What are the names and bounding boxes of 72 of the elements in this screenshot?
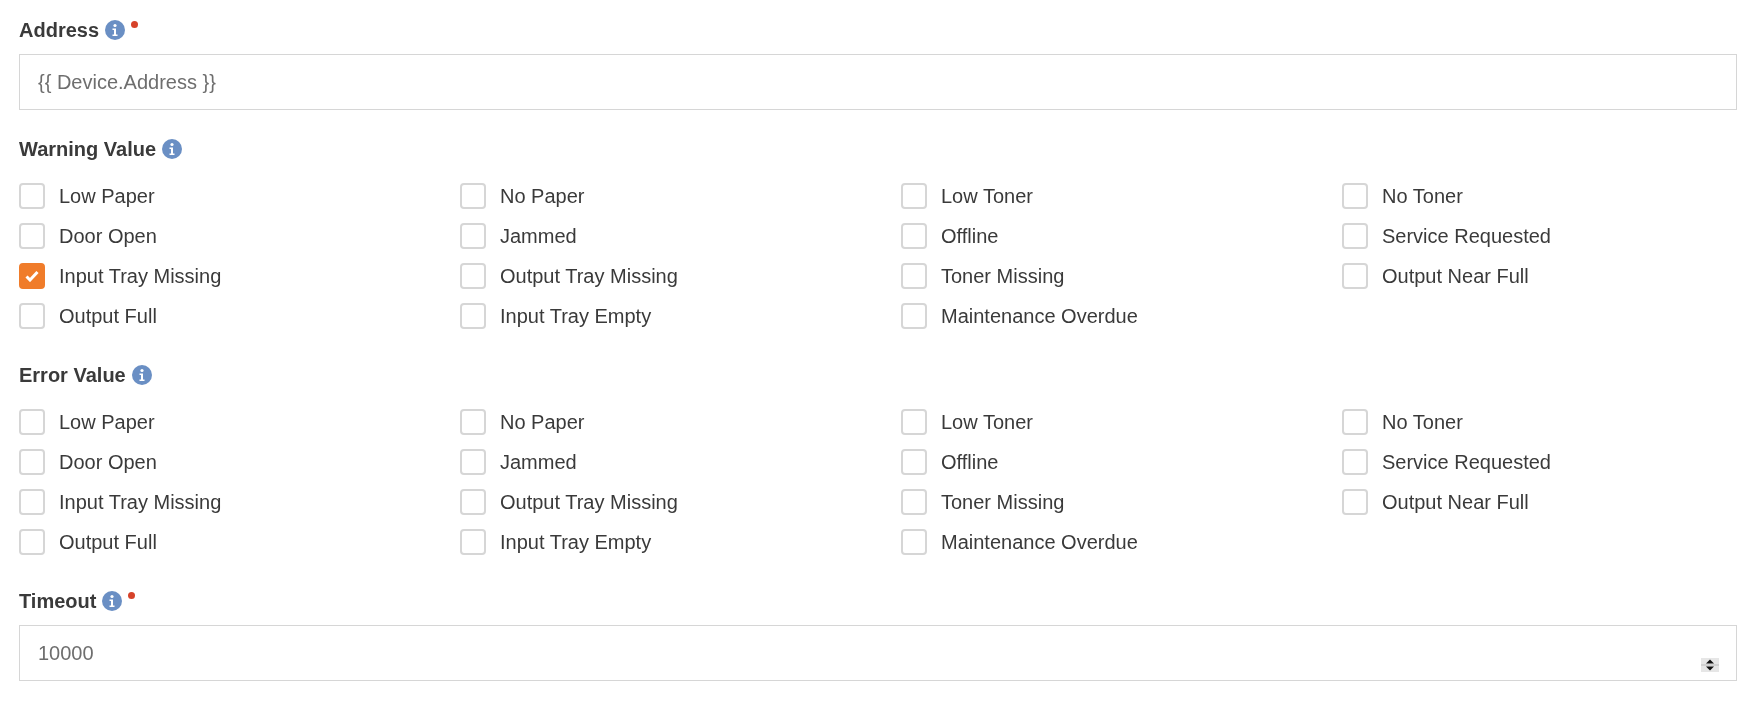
checkbox[interactable] [460,263,486,289]
checkbox[interactable] [460,449,486,475]
checkbox[interactable] [901,449,927,475]
check-icon [25,270,39,282]
checkbox[interactable] [901,183,927,209]
checkbox[interactable] [901,303,927,329]
field-label: Warning Value [19,137,157,161]
checkbox[interactable] [19,223,45,249]
checkbox[interactable] [901,263,927,289]
checkbox-option[interactable]: Output Full [19,522,157,562]
info-icon[interactable] [131,365,152,385]
checkbox[interactable] [19,183,45,209]
info-icon[interactable] [102,591,123,611]
checkbox[interactable] [901,223,927,249]
checkbox-option[interactable]: Output Tray Missing [460,256,678,296]
checkbox[interactable] [460,183,486,209]
checkbox[interactable] [19,303,45,329]
checkbox[interactable] [19,263,45,289]
info-icon[interactable] [105,20,126,40]
field-label: Timeout [19,589,97,613]
checkbox[interactable] [460,409,486,435]
checkbox-option[interactable]: Maintenance Overdue [901,296,1138,336]
field-label: Address [19,18,100,42]
checkbox-option[interactable]: Offline [901,216,999,256]
checkbox-option[interactable]: Toner Missing [901,482,1065,522]
checkbox-option[interactable]: Offline [901,442,999,482]
checkbox[interactable] [1342,489,1368,515]
checkbox-option[interactable]: Low Paper [19,402,155,442]
field-label: Error Value [19,363,126,387]
address-field[interactable]: {{ Device.Address }} [19,54,1737,110]
checkbox-option[interactable]: Maintenance Overdue [901,522,1138,562]
checkbox-option[interactable]: Door Open [19,442,157,482]
checkbox-option[interactable]: No Toner [1342,402,1463,442]
checkbox-option[interactable]: Output Near Full [1342,256,1529,296]
checkbox-option[interactable]: Jammed [460,216,577,256]
checkbox[interactable] [460,529,486,555]
checkbox[interactable] [1342,223,1368,249]
checkbox[interactable] [1342,449,1368,475]
checkbox-option[interactable]: No Toner [1342,176,1463,216]
checkbox-option[interactable]: Output Near Full [1342,482,1529,522]
checkbox[interactable] [1342,183,1368,209]
checkbox[interactable] [19,409,45,435]
checkbox-option[interactable]: Low Toner [901,176,1033,216]
checkbox-option[interactable]: Low Paper [19,176,155,216]
checkbox-option[interactable]: Service Requested [1342,216,1551,256]
checkbox-option[interactable]: Service Requested [1342,442,1551,482]
checkbox[interactable] [901,409,927,435]
checkbox-option[interactable]: Input Tray Missing [19,482,222,522]
checkbox[interactable] [19,449,45,475]
checkbox-option[interactable]: Jammed [460,442,577,482]
checkbox-option[interactable]: Low Toner [901,402,1033,442]
checkbox-option[interactable]: Output Full [19,296,157,336]
checkbox-option[interactable]: Door Open [19,216,157,256]
checkbox[interactable] [19,529,45,555]
info-icon[interactable] [162,139,183,159]
number-field[interactable]: 10000 [19,625,1737,681]
checkbox[interactable] [460,223,486,249]
checkbox-option[interactable]: Input Tray Empty [460,296,652,336]
checkbox[interactable] [460,303,486,329]
checkbox[interactable] [901,489,927,515]
checkbox-option[interactable]: Output Tray Missing [460,482,678,522]
checkbox[interactable] [1342,409,1368,435]
checkbox[interactable] [1342,263,1368,289]
spinner-icon[interactable] [1701,658,1719,672]
checkbox[interactable] [901,529,927,555]
checkbox-option[interactable]: Input Tray Empty [460,522,652,562]
checkbox-option[interactable]: No Paper [460,176,585,216]
checkbox[interactable] [19,489,45,515]
checkbox-option[interactable]: Input Tray Missing [19,256,222,296]
checkbox[interactable] [460,489,486,515]
checkbox-option[interactable]: No Paper [460,402,585,442]
checkbox-option[interactable]: Toner Missing [901,256,1065,296]
